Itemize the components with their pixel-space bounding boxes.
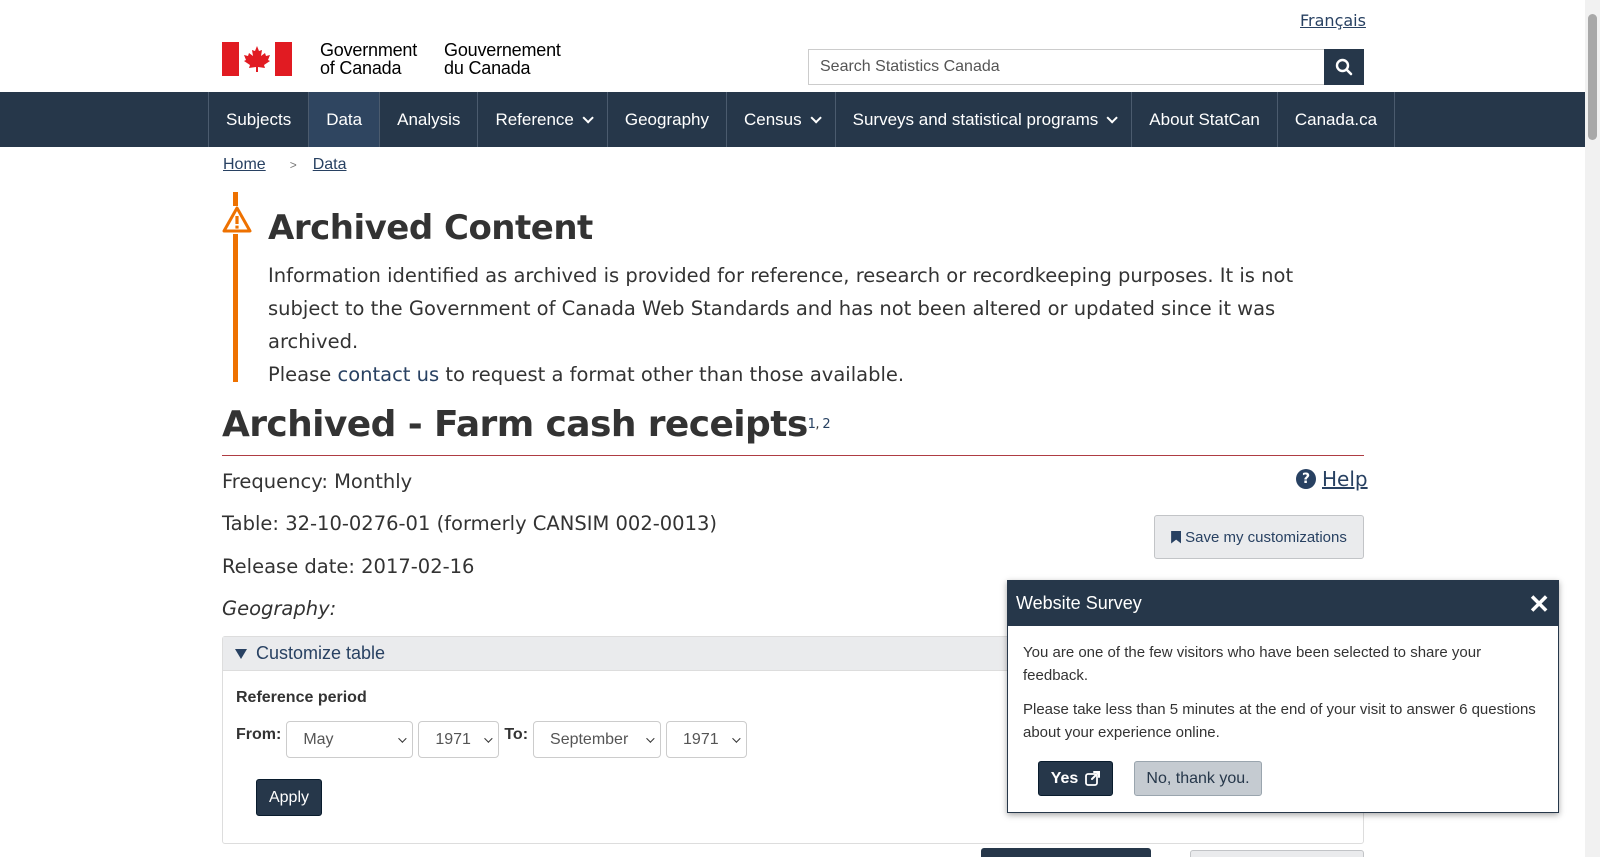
survey-duration-text: Please take less than 5 minutes at the e… — [1023, 701, 1536, 741]
save-customizations-button[interactable]: Save my customizations — [1154, 515, 1364, 559]
release-date-text: Release date: 2017-02-16 — [222, 555, 475, 578]
scrollbar-thumb[interactable] — [1588, 14, 1597, 140]
title-divider — [222, 455, 1364, 456]
menu-item-surveys[interactable]: Surveys and statistical programs — [834, 92, 1132, 147]
help-link[interactable]: ? Help — [1296, 467, 1368, 491]
question-circle-icon: ? — [1296, 469, 1316, 489]
menu-item-subjects[interactable]: Subjects — [208, 92, 308, 147]
survey-invitation-text: You are one of the few visitors who have… — [1023, 644, 1482, 684]
warning-icon — [222, 206, 252, 234]
fip-english: Government of Canada — [320, 40, 418, 78]
table-id-text: Table: 32-10-0276-01 (formerly CANSIM 00… — [222, 512, 717, 535]
from-year-select[interactable]: 1971 — [418, 721, 500, 758]
from-month-select[interactable]: May — [286, 721, 414, 758]
breadcrumb-separator: > — [289, 158, 297, 172]
bookmark-icon — [1171, 530, 1182, 544]
menu-item-geography[interactable]: Geography — [606, 92, 726, 147]
chevron-down-icon — [398, 733, 407, 743]
from-label: From: — [236, 726, 282, 743]
contact-us-link[interactable]: contact us — [337, 363, 439, 386]
search-button[interactable] — [1324, 49, 1364, 85]
frequency-text: Frequency: Monthly — [222, 470, 413, 493]
survey-actions: Yes No, thank you. — [1038, 761, 1262, 796]
to-month-select[interactable]: September — [533, 721, 662, 758]
archived-content-notice: Archived Content Information identified … — [222, 192, 1367, 386]
website-survey-dialog: Website Survey ✕ You are one of the few … — [1007, 580, 1559, 813]
menu-item-canada-ca[interactable]: Canada.ca — [1276, 92, 1396, 147]
canada-flag-icon — [222, 42, 292, 76]
menu-item-data[interactable]: Data — [308, 92, 380, 147]
search-icon — [1335, 58, 1353, 76]
archived-title: Archived Content — [268, 208, 593, 248]
page-scrollbar[interactable] — [1585, 0, 1600, 857]
external-link-icon — [1085, 771, 1101, 786]
chevron-down-icon — [484, 733, 493, 743]
fip-french: Gouvernement du Canada — [444, 40, 561, 78]
chevron-down-icon — [1106, 111, 1119, 124]
page-title: Archived - Farm cash receipts1, 2 — [222, 404, 831, 445]
apply-button[interactable]: Apply — [256, 779, 322, 816]
chevron-down-icon — [582, 111, 594, 124]
survey-title: Website Survey — [1016, 593, 1142, 613]
survey-header: Website Survey ✕ — [1008, 581, 1558, 626]
survey-body: You are one of the few visitors who have… — [1008, 626, 1558, 744]
government-of-canada-signature[interactable]: Government of Canada Gouvernement du Can… — [222, 41, 561, 77]
survey-yes-button[interactable]: Yes — [1038, 761, 1113, 796]
close-icon[interactable]: ✕ — [1528, 591, 1550, 617]
breadcrumb-data[interactable]: Data — [313, 156, 347, 174]
secondary-action-button[interactable] — [1190, 850, 1364, 857]
to-year-select[interactable]: 1971 — [666, 721, 748, 758]
chevron-down-icon — [732, 733, 741, 743]
breadcrumb: Home > Data — [223, 156, 347, 174]
menu-item-about[interactable]: About StatCan — [1131, 92, 1277, 147]
to-label: To: — [504, 726, 529, 743]
language-toggle-link[interactable]: Français — [1300, 11, 1366, 30]
download-options-button[interactable] — [981, 848, 1151, 857]
archived-description: Information identified as archived is pr… — [268, 264, 1294, 386]
triangle-down-icon — [235, 648, 247, 659]
reference-period-label: Reference period — [236, 689, 367, 706]
menu-item-analysis[interactable]: Analysis — [379, 92, 477, 147]
geography-label: Geography: — [222, 597, 337, 620]
chevron-down-icon — [810, 111, 822, 124]
main-menu-bar: Subjects Data Analysis Reference Geograp… — [0, 92, 1585, 147]
footnote-2-link[interactable]: 2 — [822, 417, 830, 432]
menu-item-census[interactable]: Census — [726, 92, 835, 147]
main-menu: Subjects Data Analysis Reference Geograp… — [208, 92, 1396, 147]
search-input[interactable] — [808, 49, 1324, 85]
chevron-down-icon — [646, 733, 655, 743]
search-form — [808, 49, 1364, 85]
survey-no-button[interactable]: No, thank you. — [1134, 761, 1262, 796]
breadcrumb-home[interactable]: Home — [223, 156, 266, 174]
reference-period-range: From: May 1971 To: September 1971 — [236, 721, 752, 758]
menu-item-reference[interactable]: Reference — [477, 92, 606, 147]
